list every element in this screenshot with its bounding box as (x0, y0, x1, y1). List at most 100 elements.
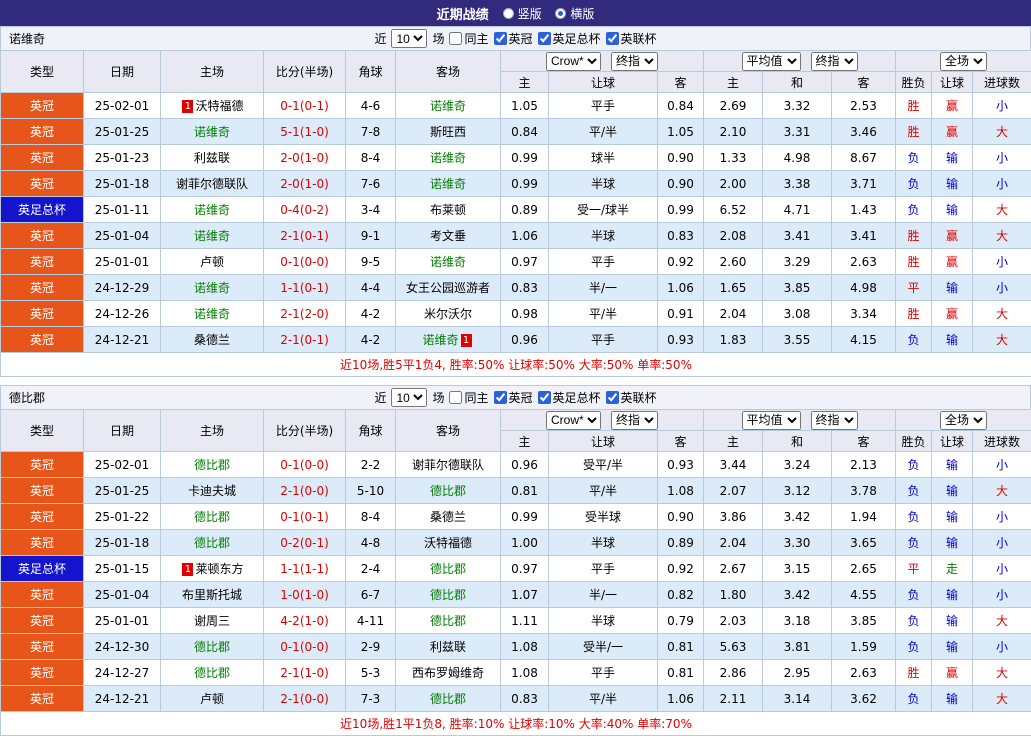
league-type-cell: 英冠 (1, 249, 84, 275)
team-link[interactable]: 谢菲尔德联队 (412, 458, 484, 472)
team-link[interactable]: 斯旺西 (430, 125, 466, 139)
result-outcome-cell: 负 (896, 171, 932, 197)
league-filter-checkbox[interactable] (606, 391, 619, 404)
team-link[interactable]: 德比郡 (194, 458, 230, 472)
avg-away-cell: 2.63 (832, 660, 896, 686)
league-filter[interactable]: 英联杯 (606, 389, 657, 406)
result-goals-cell: 小 (973, 556, 1031, 582)
team-link[interactable]: 德比郡 (194, 666, 230, 680)
team-link[interactable]: 诺维奇 (422, 333, 458, 347)
result-handicap-cell: 输 (932, 327, 973, 353)
team-link[interactable]: 诺维奇 (194, 203, 230, 217)
team-link[interactable]: 布里斯托城 (182, 588, 242, 602)
team-link[interactable]: 西布罗姆维奇 (412, 666, 484, 680)
league-filter[interactable]: 英足总杯 (538, 389, 601, 406)
average-select[interactable]: 平均值 (742, 411, 801, 430)
team-link[interactable]: 德比郡 (194, 510, 230, 524)
team-link[interactable]: 利兹联 (194, 151, 230, 165)
stage-select-2[interactable]: 终指 (811, 52, 858, 71)
league-filter-label: 英联杯 (621, 389, 657, 406)
team-link[interactable]: 利兹联 (430, 640, 466, 654)
home-team-cell: 谢周三 (161, 608, 264, 634)
team-link[interactable]: 德比郡 (430, 588, 466, 602)
same-home-checkbox[interactable] (449, 391, 462, 404)
team-link[interactable]: 考文垂 (430, 229, 466, 243)
odds-handicap-cell: 受半/一 (549, 634, 658, 660)
subcol-odds-away: 客 (658, 72, 704, 93)
summary-stats: 近10场,胜1平1负8, 胜率:10% 让球率:10% 大率:40% 单率:70… (1, 712, 1031, 736)
league-filter-checkbox[interactable] (538, 32, 551, 45)
games-count-select[interactable]: 10 (391, 29, 427, 48)
result-handicap-cell: 走 (932, 556, 973, 582)
team-link[interactable]: 德比郡 (430, 614, 466, 628)
games-count-select[interactable]: 10 (391, 388, 427, 407)
team-link[interactable]: 诺维奇 (194, 281, 230, 295)
result-handicap-cell: 输 (932, 275, 973, 301)
team-link[interactable]: 米尔沃尔 (424, 307, 472, 321)
league-filter-checkbox[interactable] (494, 391, 507, 404)
scope-select[interactable]: 全场 (940, 411, 987, 430)
league-filter[interactable]: 英联杯 (606, 30, 657, 47)
team-link[interactable]: 德比郡 (194, 536, 230, 550)
odds-home-cell: 0.98 (501, 301, 549, 327)
team-link[interactable]: 诺维奇 (430, 255, 466, 269)
league-filter[interactable]: 英足总杯 (538, 30, 601, 47)
result-handicap-cell: 输 (932, 530, 973, 556)
result-handicap-cell: 赢 (932, 660, 973, 686)
league-type-cell: 英足总杯 (1, 197, 84, 223)
home-team-cell: 诺维奇 (161, 275, 264, 301)
team-link[interactable]: 谢周三 (194, 614, 230, 628)
home-team-cell: 诺维奇 (161, 223, 264, 249)
team-link[interactable]: 德比郡 (430, 562, 466, 576)
stage-select-2[interactable]: 终指 (811, 411, 858, 430)
league-filter-checkbox[interactable] (494, 32, 507, 45)
team-link[interactable]: 德比郡 (194, 640, 230, 654)
team-link[interactable]: 莱顿东方 (195, 562, 243, 576)
radio-label: 横版 (570, 5, 594, 22)
team-link[interactable]: 诺维奇 (194, 307, 230, 321)
home-team-cell: 德比郡 (161, 634, 264, 660)
result-outcome-cell: 平 (896, 275, 932, 301)
avg-home-cell: 2.04 (704, 530, 763, 556)
average-select[interactable]: 平均值 (742, 52, 801, 71)
home-team-cell: 德比郡 (161, 530, 264, 556)
result-outcome-cell: 负 (896, 145, 932, 171)
team-link[interactable]: 诺维奇 (430, 99, 466, 113)
same-home-checkbox[interactable] (449, 32, 462, 45)
stage-select-1[interactable]: 终指 (611, 52, 658, 71)
league-filter[interactable]: 英冠 (494, 389, 533, 406)
result-handicap-cell: 输 (932, 634, 973, 660)
team-link[interactable]: 女王公园巡游者 (406, 281, 490, 295)
layout-radio-vertical[interactable]: 竖版 (503, 5, 542, 22)
team-link[interactable]: 诺维奇 (194, 229, 230, 243)
team-link[interactable]: 沃特福德 (424, 536, 472, 550)
team-link[interactable]: 布莱顿 (430, 203, 466, 217)
scope-select[interactable]: 全场 (940, 52, 987, 71)
team-link[interactable]: 沃特福德 (195, 99, 243, 113)
team-link[interactable]: 德比郡 (430, 484, 466, 498)
subcol-odds-home: 主 (501, 72, 549, 93)
team-link[interactable]: 诺维奇 (194, 125, 230, 139)
team-link[interactable]: 桑德兰 (194, 333, 230, 347)
bookmaker-select[interactable]: Crow* (546, 52, 601, 71)
layout-radio-horizontal[interactable]: 横版 (555, 5, 594, 22)
result-handicap-cell: 输 (932, 608, 973, 634)
team-link[interactable]: 卢顿 (200, 692, 224, 706)
team-link[interactable]: 卡迪夫城 (188, 484, 236, 498)
team-link[interactable]: 诺维奇 (430, 177, 466, 191)
same-home-filter[interactable]: 同主 (449, 30, 488, 47)
result-outcome-cell: 胜 (896, 119, 932, 145)
team-link[interactable]: 诺维奇 (430, 151, 466, 165)
team-link[interactable]: 卢顿 (200, 255, 224, 269)
stage-select-1[interactable]: 终指 (611, 411, 658, 430)
league-filter-checkbox[interactable] (538, 391, 551, 404)
league-filter-checkbox[interactable] (606, 32, 619, 45)
team-link[interactable]: 德比郡 (430, 692, 466, 706)
team-link[interactable]: 桑德兰 (430, 510, 466, 524)
same-home-filter[interactable]: 同主 (449, 389, 488, 406)
team-link[interactable]: 谢菲尔德联队 (176, 177, 248, 191)
subcol-avg-home: 主 (704, 72, 763, 93)
league-filter[interactable]: 英冠 (494, 30, 533, 47)
bookmaker-select[interactable]: Crow* (546, 411, 601, 430)
odds-away-cell: 0.84 (658, 93, 704, 119)
